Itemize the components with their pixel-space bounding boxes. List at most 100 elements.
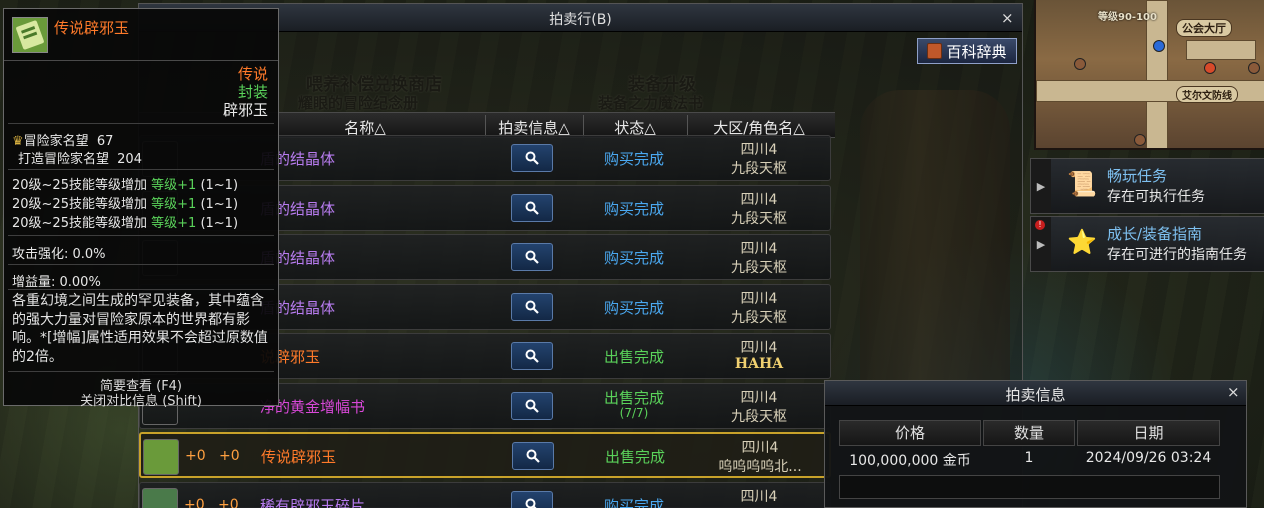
jade-item-icon	[12, 17, 48, 53]
item-slot-icon[interactable]	[143, 439, 179, 475]
scroll-icon: 📜	[1067, 170, 1097, 198]
minimap-location-label: 艾尔文防线	[1176, 86, 1238, 103]
tooltip-description: 各重幻境之间生成的罕见装备，其中蕴含的强大力量对冒险家原本的世界都有影响。*[增…	[12, 293, 268, 365]
character-name: 九段天枢	[731, 260, 787, 276]
quest-notice-play[interactable]: ▶ 📜 畅玩任务 存在可执行任务	[1030, 158, 1264, 214]
quest-subtitle: 存在可执行任务	[1107, 189, 1205, 205]
enhance-level: +0	[184, 496, 205, 508]
item-status: 购买完成	[603, 249, 664, 267]
item-status: 购买完成	[603, 298, 664, 317]
server-name: 四川4	[740, 389, 778, 406]
item-status: 出售完成	[603, 348, 664, 366]
enhance-level: +0	[185, 448, 206, 464]
server-name: 四川4	[740, 340, 778, 356]
npc-marker-icon[interactable]	[1074, 58, 1086, 70]
player-marker-icon	[1153, 40, 1165, 52]
search-button[interactable]	[511, 243, 553, 271]
search-icon	[525, 300, 539, 314]
item-slot-icon[interactable]	[142, 487, 178, 508]
character-name: 九段天枢	[731, 408, 787, 425]
item-status: 购买完成	[603, 496, 664, 508]
character-name: 九段天枢	[731, 309, 787, 326]
alert-badge: !	[1035, 220, 1045, 230]
search-button[interactable]	[511, 391, 553, 420]
server-name: 四川4	[740, 241, 778, 257]
forge-fame-value: 204	[117, 152, 142, 167]
quest-title: 畅玩任务	[1107, 167, 1168, 185]
amplify-level: +0	[218, 496, 239, 508]
search-icon	[525, 250, 539, 264]
search-icon	[525, 498, 538, 508]
search-icon	[525, 201, 539, 215]
search-icon	[525, 349, 539, 363]
tooltip-footer-compare: 关闭对比信息 (Shift)	[80, 394, 202, 409]
info-titlebar[interactable]: 拍卖信息 ×	[825, 381, 1246, 406]
fame-value: 67	[96, 134, 114, 149]
tooltip-item-name: 传说辟邪玉	[54, 19, 130, 37]
fame-label: 冒险家名望	[23, 134, 89, 149]
item-name: 传说辟邪玉	[261, 448, 337, 466]
tooltip-forge-fame-line: 打造冒险家名望 204	[18, 148, 142, 167]
skill-line: 20级~25技能等级增加 等级+1 (1~1)	[12, 197, 239, 212]
encyclopedia-label: 百科辞典	[946, 42, 1007, 61]
attack-boost: 攻击强化: 0.0%	[12, 247, 106, 262]
character-name: HAHA	[734, 356, 784, 372]
info-title: 拍卖信息	[1005, 386, 1066, 404]
character-name: 九段天枢	[731, 161, 787, 177]
search-icon	[525, 151, 539, 165]
item-tooltip: 传说辟邪玉 传说 封装 辟邪玉 ♛冒险家名望 67 打造冒险家名望 204 20…	[3, 8, 279, 409]
info-date: 2024/09/26 03:24	[1085, 450, 1212, 466]
character-name: 九段天枢	[731, 210, 787, 227]
item-status: 出售完成	[604, 448, 665, 466]
auction-row[interactable]: +0 +0 稀有辟邪玉碎片 购买完成 四川4	[139, 481, 831, 508]
npc-marker-icon[interactable]	[1248, 62, 1260, 74]
close-icon[interactable]: ×	[1227, 385, 1240, 400]
search-icon	[525, 399, 539, 413]
quest-subtitle: 存在可进行的指南任务	[1107, 247, 1247, 263]
quest-title: 成长/装备指南	[1107, 225, 1203, 243]
search-button[interactable]	[511, 490, 553, 508]
expand-arrow-icon[interactable]: ▶	[1031, 159, 1051, 213]
item-status: 购买完成	[603, 150, 664, 168]
fame-icon: ♛	[12, 134, 24, 149]
quest-notice-growth[interactable]: ▶ ! ⭐ 成长/装备指南 存在可进行的指南任务	[1030, 216, 1264, 272]
item-status-count: (7/7)	[619, 405, 649, 420]
minimap-guild-label[interactable]: 公会大厅	[1176, 19, 1232, 37]
search-button[interactable]	[511, 342, 553, 370]
tooltip-category: 辟邪玉	[222, 101, 268, 119]
search-button[interactable]	[511, 292, 553, 321]
server-name: 四川4	[740, 290, 778, 307]
npc-marker-icon[interactable]	[1134, 134, 1146, 146]
item-name: 稀有辟邪玉碎片	[260, 496, 366, 508]
buff-amount: 增益量: 0.00%	[12, 275, 101, 290]
info-price: 100,000,000 金币	[849, 453, 971, 469]
book-icon	[927, 43, 943, 59]
forge-fame-label: 打造冒险家名望	[18, 152, 110, 167]
server-name: 四川4	[740, 488, 778, 505]
server-name: 四川4	[740, 142, 778, 158]
close-icon[interactable]: ×	[1001, 11, 1014, 26]
auction-row[interactable]: +0 +0 传说辟邪玉 出售完成 四川4 呜呜呜呜北...	[139, 432, 831, 478]
encyclopedia-button[interactable]: 百科辞典	[917, 38, 1017, 64]
npc-marker-icon[interactable]	[1204, 62, 1216, 74]
skill-line: 20级~25技能等级增加 等级+1 (1~1)	[12, 216, 239, 231]
server-name: 四川4	[741, 440, 779, 456]
server-name: 四川4	[740, 191, 778, 208]
auction-info-panel: 拍卖信息 × 价格 数量 日期 100,000,000 金币 1 2024/09…	[824, 380, 1247, 508]
search-icon	[526, 449, 540, 463]
info-quantity: 1	[1024, 450, 1034, 466]
minimap[interactable]: 等级90-100 公会大厅 艾尔文防线	[1034, 0, 1264, 150]
tooltip-header: 传说辟邪玉	[4, 9, 278, 61]
info-column-date: 日期	[1077, 420, 1220, 446]
minimap-level: 等级90-100	[1098, 12, 1157, 23]
info-column-quantity: 数量	[983, 420, 1075, 446]
star-book-icon: ⭐	[1067, 228, 1097, 256]
item-status: 购买完成	[603, 199, 664, 218]
character-name: 呜呜呜呜北...	[718, 459, 802, 475]
search-button[interactable]	[511, 144, 553, 172]
amplify-level: +0	[219, 448, 240, 464]
search-button[interactable]	[511, 193, 553, 222]
skill-line: 20级~25技能等级增加 等级+1 (1~1)	[12, 178, 239, 193]
info-column-price: 价格	[839, 420, 981, 446]
search-button[interactable]	[512, 442, 554, 470]
